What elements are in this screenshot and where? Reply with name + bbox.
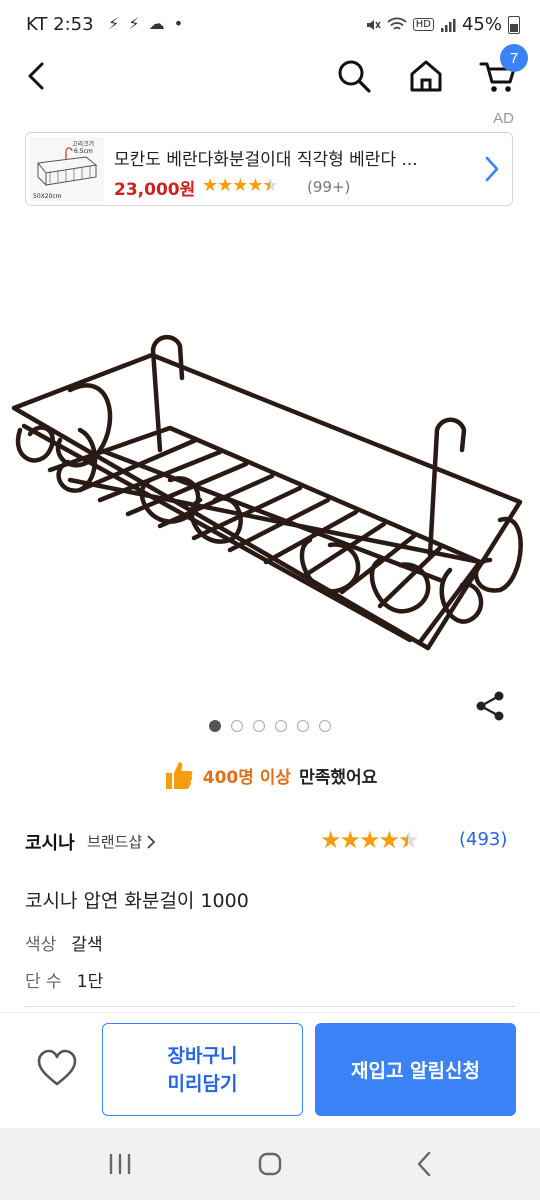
recent-apps-button[interactable] [96, 1146, 144, 1182]
brand-shop-label: 브랜드샵 [87, 833, 143, 851]
chevron-right-icon [485, 156, 499, 182]
option-label: 단 수 [25, 972, 62, 992]
product-rating-stars[interactable]: ★★★★★★ [320, 826, 420, 854]
back-arrow-icon [28, 62, 44, 90]
back-button[interactable] [12, 52, 60, 100]
review-count[interactable]: (493) [459, 829, 507, 850]
satisfaction-text: 만족했어요 [299, 767, 378, 788]
status-right-group: HD 45% [365, 14, 520, 35]
home-nav-button[interactable] [246, 1146, 294, 1182]
system-nav-bar [0, 1128, 540, 1200]
hd-badge: HD [412, 18, 434, 31]
home-circle-icon [258, 1152, 282, 1176]
thumbs-up-icon [165, 762, 193, 789]
signal-icon [440, 18, 456, 32]
brand-name[interactable]: 코시나 [25, 829, 75, 855]
heart-icon [37, 1049, 77, 1086]
search-icon [338, 60, 371, 93]
recent-apps-icon [109, 1154, 131, 1174]
home-button[interactable] [402, 52, 450, 100]
satisfaction-count: 400명 이상 [202, 767, 292, 788]
divider [25, 1006, 515, 1007]
home-icon [410, 60, 442, 92]
pagination-dot[interactable] [209, 720, 221, 732]
ad-thumb-label-top: 고리크기 [72, 140, 94, 148]
ad-price: 23,000원 [114, 180, 196, 200]
cart-button-line1: 장바구니 [167, 1044, 238, 1067]
status-time: KT 2:53 [26, 14, 94, 35]
brand-shop-link[interactable]: 브랜드샵 [87, 831, 156, 852]
chevron-right-icon [147, 834, 156, 849]
image-pagination [0, 720, 540, 736]
pagination-dot[interactable] [275, 720, 287, 732]
option-row-color: 색상 갈색 [25, 930, 103, 955]
option-label: 색상 [25, 935, 57, 955]
ad-label: AD [493, 110, 514, 127]
pagination-dot[interactable] [297, 720, 309, 732]
cart-button-line2: 미리담기 [167, 1072, 238, 1095]
back-chevron-icon [417, 1151, 431, 1177]
product-title: 코시나 압연 화분걸이 1000 [25, 890, 249, 912]
product-image[interactable] [10, 330, 530, 660]
notification-icons: ⚡ ⚡ ☁ • [108, 14, 186, 33]
ad-rating-stars: ★★★★★★ [202, 175, 279, 196]
ad-thumbnail: 고리크기 6.5cm 50X20cm [30, 137, 104, 201]
option-value: 1단 [76, 972, 104, 992]
ad-thumb-label-size: 6.5cm [74, 148, 93, 155]
restock-alert-button[interactable]: 재입고 알림신청 [315, 1023, 516, 1116]
add-to-cart-button[interactable]: 장바구니 미리담기 [102, 1023, 303, 1116]
option-value: 갈색 [71, 935, 103, 955]
mute-icon [366, 19, 381, 30]
ad-rating-count: (99+) [307, 178, 351, 196]
option-row-tiers: 단 수 1단 [25, 967, 103, 992]
pagination-dot[interactable] [253, 720, 265, 732]
cart-count-badge: 7 [500, 44, 528, 72]
top-app-bar [0, 52, 540, 104]
pagination-dot[interactable] [231, 720, 243, 732]
wifi-icon [387, 17, 407, 30]
back-nav-button[interactable] [400, 1146, 448, 1182]
share-icon [476, 691, 504, 721]
battery-percent: 45% [461, 14, 502, 35]
satisfaction-banner: 400명 이상 만족했어요 [0, 758, 540, 792]
ad-title: 모칸도 베란다화분걸이대 직각형 베란다 ... [114, 150, 418, 170]
share-button[interactable] [472, 688, 508, 724]
battery-icon [508, 15, 520, 34]
ad-thumb-label-dim: 50X20cm [33, 193, 62, 200]
search-button[interactable] [330, 52, 378, 100]
wishlist-button[interactable] [34, 1046, 80, 1092]
pagination-dot[interactable] [319, 720, 331, 732]
status-bar: KT 2:53 ⚡ ⚡ ☁ • HD 45% [0, 0, 540, 52]
ad-banner[interactable]: 고리크기 6.5cm 50X20cm 모칸도 베란다화분걸이대 직각형 베란다 … [25, 132, 513, 206]
